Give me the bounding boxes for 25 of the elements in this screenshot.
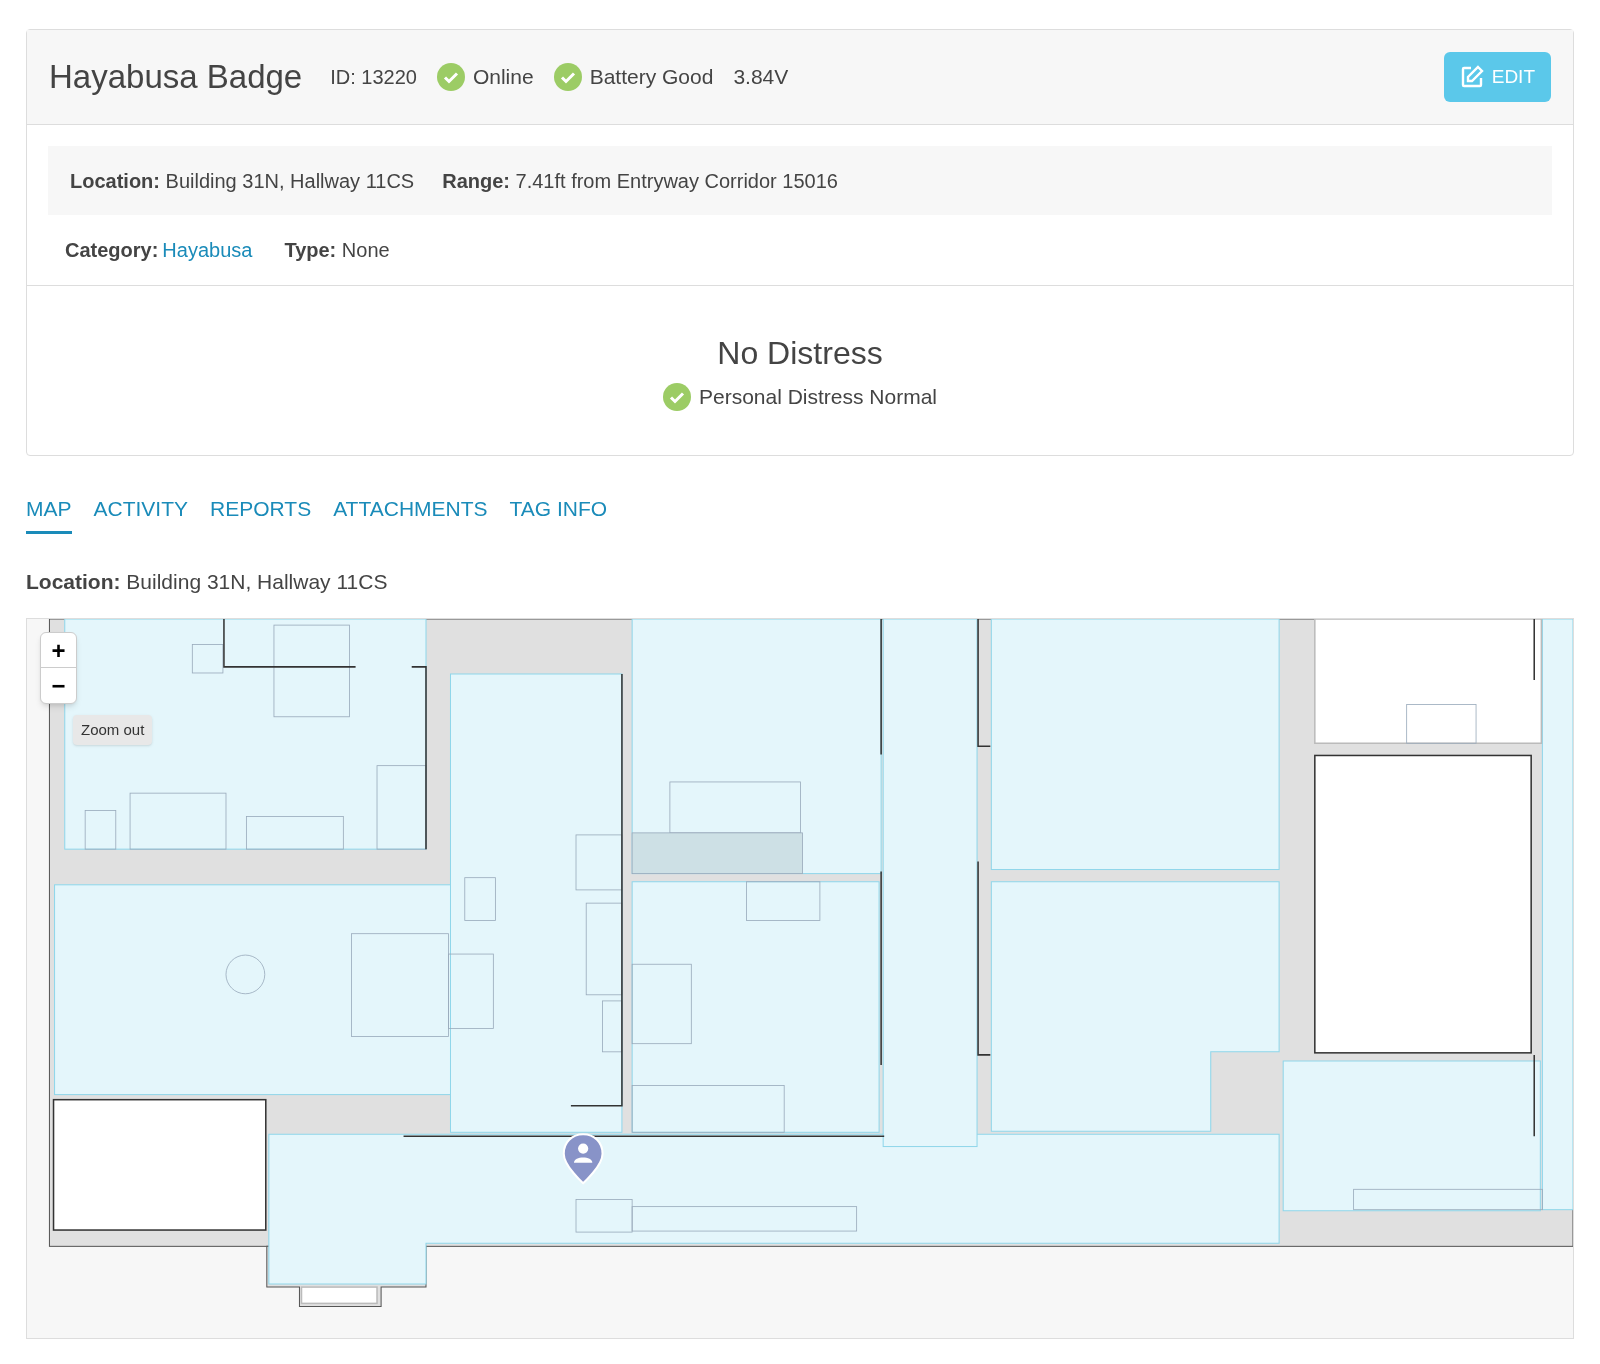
device-id: ID: 13220: [330, 65, 417, 90]
check-icon: [553, 63, 582, 91]
type-text: Type: None: [284, 238, 390, 263]
tab[interactable]: ATTACHMENTS: [333, 486, 488, 534]
tab[interactable]: TAG INFO: [509, 486, 608, 534]
map-location-text: Location: Building 31N, Hallway 11CS: [26, 570, 388, 593]
check-icon: [662, 382, 691, 411]
distress-title: No Distress: [717, 333, 883, 373]
status-text: Online: [472, 64, 534, 91]
check-icon: [436, 63, 465, 91]
range-text: Range: 7.41ft from Entryway Corridor 15016: [442, 168, 838, 194]
zoom-out-button[interactable]: −: [41, 667, 76, 703]
location-text: Location: Building 31N, Hallway 11CS: [70, 168, 415, 194]
category-link[interactable]: Hayabusa: [162, 235, 253, 265]
status-text: Battery Good: [589, 64, 714, 91]
tab[interactable]: ACTIVITY: [93, 486, 189, 534]
tab[interactable]: REPORTS: [210, 486, 312, 534]
distress-status: Personal Distress Normal: [698, 383, 938, 410]
tab[interactable]: MAP: [26, 486, 72, 534]
device-name: Hayabusa Badge: [49, 57, 303, 98]
edit-icon: [1459, 65, 1484, 89]
zoom-in-button[interactable]: +: [41, 632, 76, 668]
zoom-out-tooltip: Zoom out: [73, 714, 153, 745]
category-label: Category:: [65, 238, 159, 263]
status-text: 3.84V: [733, 64, 789, 91]
